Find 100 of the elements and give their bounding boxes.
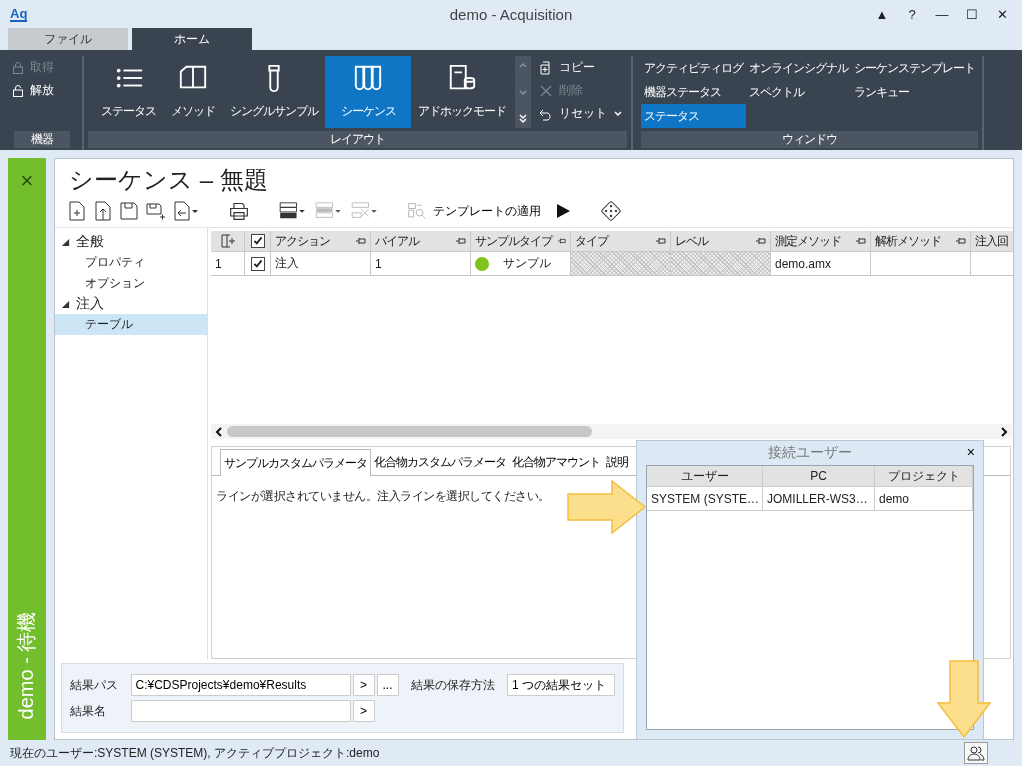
row-checkbox[interactable] <box>250 256 265 271</box>
tree-item[interactable]: オプション <box>55 273 207 294</box>
column-header[interactable]: サンプルタイプ <box>475 232 552 250</box>
dropdown-caret-icon <box>613 108 623 119</box>
vials-icon <box>353 63 383 93</box>
detail-tab[interactable]: 説明 <box>603 450 631 475</box>
table-cell: サンプル <box>503 255 551 272</box>
window-control-button[interactable]: ☐ <box>958 2 986 26</box>
upload-file-icon[interactable] <box>93 201 113 221</box>
document-title: シーケンス – 無題 <box>69 165 269 195</box>
column-header[interactable]: レベル <box>675 232 708 250</box>
pin-icon[interactable] <box>756 237 766 245</box>
print-icon[interactable] <box>229 201 249 221</box>
pin-icon[interactable] <box>456 237 466 245</box>
ribbon-large-button[interactable]: ステータス <box>96 56 161 128</box>
column-header[interactable]: アクション <box>275 232 330 250</box>
dice-icon[interactable] <box>601 201 621 221</box>
dialog-title: 接続ユーザー <box>768 444 852 462</box>
save-method-field[interactable]: 1 つの結果セット <box>507 674 615 696</box>
lock-icon <box>12 84 24 97</box>
table-cell: SYSTEM (SYSTE… <box>647 487 763 510</box>
window-menu-item[interactable]: スペクトル <box>746 80 851 104</box>
table-cell: 1 <box>375 256 382 271</box>
ribbon-tab[interactable]: ファイル <box>8 28 128 50</box>
new-file-icon[interactable] <box>67 201 87 221</box>
path-go-button[interactable]: > <box>352 674 375 696</box>
ribbon-large-button[interactable]: シーケンス <box>325 56 411 128</box>
expanded-triangle-icon[interactable] <box>61 299 70 309</box>
pin-icon[interactable] <box>558 237 566 245</box>
table-cell: 注入 <box>275 255 299 272</box>
pin-icon[interactable] <box>356 237 366 245</box>
ribbon-tab[interactable]: ホーム <box>132 28 252 50</box>
table-cell: JOMILLER-WS3… <box>763 487 875 510</box>
field-label: 結果名 <box>70 702 107 720</box>
scroll-right-icon[interactable] <box>1000 426 1008 437</box>
column-header[interactable]: プロジェクト <box>875 466 973 486</box>
copy-icon <box>539 60 553 75</box>
column-header[interactable]: ユーザー <box>647 466 763 486</box>
column-header[interactable]: PC <box>763 466 875 486</box>
column-header[interactable]: バイアル <box>375 232 419 250</box>
window-control-button[interactable]: — <box>928 2 956 26</box>
expand-icon[interactable] <box>517 112 529 124</box>
ribbon-large-button[interactable]: アドホックモード <box>413 56 511 128</box>
apply-template-button[interactable]: テンプレートの適用 <box>433 202 541 220</box>
horizontal-scrollbar[interactable] <box>211 424 1012 439</box>
window-menu-item[interactable]: 機器ステータス <box>641 80 746 104</box>
insert-row-icon[interactable] <box>277 201 307 221</box>
window-control-button[interactable]: ✕ <box>988 2 1016 26</box>
pin-icon[interactable] <box>856 237 866 245</box>
column-header[interactable]: 測定メソッド <box>775 232 841 250</box>
tree-item[interactable]: プロパティ <box>55 252 207 273</box>
tree-node[interactable]: 注入 <box>76 295 104 313</box>
tree-item[interactable]: テーブル <box>55 314 207 335</box>
window-control-button[interactable]: ? <box>898 2 926 26</box>
close-button[interactable]: × <box>20 170 34 192</box>
ribbon-small-button[interactable]: 解放 <box>8 79 78 102</box>
pin-icon[interactable] <box>656 237 666 245</box>
result-name-field[interactable] <box>130 700 351 722</box>
window-control-button[interactable]: ▲ <box>868 2 896 26</box>
ribbon-small-button[interactable]: リセット <box>535 102 627 125</box>
save-icon[interactable] <box>119 201 139 221</box>
column-header[interactable]: 注入回 <box>975 232 1008 250</box>
detail-tab[interactable]: 化合物カスタムパラメータ <box>371 450 509 475</box>
scroll-left-icon[interactable] <box>215 426 223 437</box>
field-label: 結果パス <box>70 676 119 694</box>
window-menu-item[interactable]: オンラインシグナル <box>746 56 851 80</box>
lock-icon <box>12 61 24 74</box>
window-menu-item[interactable]: シーケンステンプレート <box>851 56 978 80</box>
delete-icon <box>539 83 553 98</box>
expanded-triangle-icon[interactable] <box>61 237 70 247</box>
browse-button[interactable]: ... <box>376 674 399 696</box>
window-title: demo - Acquisition <box>448 5 574 23</box>
detail-tab[interactable]: 化合物アマウント <box>509 450 603 475</box>
users-button[interactable] <box>964 742 988 764</box>
tree-node[interactable]: 全般 <box>76 233 104 251</box>
pin-icon[interactable] <box>956 237 966 245</box>
column-chooser-icon[interactable] <box>220 234 235 248</box>
name-go-button[interactable]: > <box>352 700 375 722</box>
table-cell: demo.amx <box>775 256 832 271</box>
field-label: 結果の保存方法 <box>409 676 496 694</box>
ribbon-large-button[interactable]: メソッド <box>163 56 223 128</box>
detail-tab[interactable]: サンプルカスタムパラメータ <box>220 449 371 476</box>
column-header[interactable]: 解析メソッド <box>875 232 941 250</box>
app-logo: Aq <box>10 6 28 22</box>
ribbon-large-button[interactable]: シングルサンプル <box>225 56 323 128</box>
close-button[interactable]: × <box>966 444 975 460</box>
group-label: ウィンドウ <box>641 131 978 148</box>
result-path-field[interactable]: C:¥CDSProjects¥demo¥Results <box>130 674 351 696</box>
import-dropdown-icon[interactable] <box>171 201 201 221</box>
instrument-status-label: demo - 待機 <box>14 611 39 719</box>
select-all-checkbox[interactable] <box>250 234 265 248</box>
status-text: 現在のユーザー:SYSTEM (SYSTEM), アクティブプロジェクト:demo <box>10 744 380 762</box>
window-menu-item[interactable]: ステータス <box>641 104 746 128</box>
group-label: 機器 <box>14 131 70 148</box>
window-menu-item[interactable]: ランキュー <box>851 80 978 104</box>
ribbon-small-button[interactable]: コピー <box>535 56 627 79</box>
column-header[interactable]: タイプ <box>575 232 608 250</box>
save-as-icon[interactable] <box>145 201 165 221</box>
row-number: 1 <box>211 252 245 275</box>
window-menu-item[interactable]: アクティビティログ <box>641 56 746 80</box>
